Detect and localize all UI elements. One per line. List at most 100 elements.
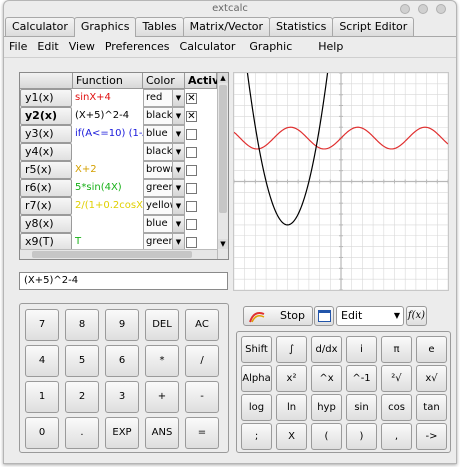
menu-view[interactable]: View: [64, 38, 100, 56]
sci-key[interactable]: (: [311, 423, 342, 450]
table-horizontal-scrollbar[interactable]: [20, 249, 217, 259]
num-key[interactable]: 7: [25, 309, 59, 341]
num-key[interactable]: 1: [25, 381, 59, 413]
chevron-down-icon[interactable]: ▼: [172, 162, 184, 178]
function-name-button[interactable]: y2(x): [20, 107, 72, 125]
sci-key[interactable]: Shift: [241, 336, 272, 363]
tab-tables[interactable]: Tables: [135, 17, 184, 36]
sci-key[interactable]: X: [276, 423, 307, 450]
maximize-button[interactable]: [418, 4, 428, 14]
chevron-down-icon[interactable]: ▼: [172, 234, 184, 250]
active-checkbox[interactable]: ✕: [186, 111, 197, 122]
active-checkbox[interactable]: [186, 219, 197, 230]
sci-key[interactable]: sin: [346, 394, 377, 421]
function-expression[interactable]: 2/(1+0.2cosX): [73, 197, 143, 215]
num-key[interactable]: 2: [65, 381, 99, 413]
menu-graphic[interactable]: Graphic: [244, 38, 297, 56]
close-button[interactable]: [436, 4, 446, 14]
sci-key[interactable]: ∫: [276, 336, 307, 363]
sci-key[interactable]: ^-1: [346, 365, 377, 392]
window-mode-button[interactable]: [314, 306, 334, 326]
table-vertical-scrollbar[interactable]: ▲ ▼: [217, 73, 228, 259]
num-key[interactable]: .: [65, 417, 99, 449]
num-key[interactable]: =: [185, 417, 219, 449]
sci-key[interactable]: tan: [416, 394, 447, 421]
scroll-down-icon[interactable]: ▼: [218, 239, 228, 249]
num-key[interactable]: /: [185, 345, 219, 377]
sci-key[interactable]: ²√: [381, 365, 412, 392]
sci-key[interactable]: i: [346, 336, 377, 363]
sci-key[interactable]: ,: [381, 423, 412, 450]
sci-key[interactable]: ): [346, 423, 377, 450]
sci-key[interactable]: d/dx: [311, 336, 342, 363]
graph-canvas[interactable]: [233, 51, 449, 291]
function-name-button[interactable]: y4(x): [20, 143, 72, 161]
num-key[interactable]: 0: [25, 417, 59, 449]
chevron-down-icon[interactable]: ▼: [172, 180, 184, 196]
sci-key[interactable]: ;: [241, 423, 272, 450]
active-checkbox[interactable]: [186, 183, 197, 194]
active-checkbox[interactable]: [186, 129, 197, 140]
num-key[interactable]: *: [145, 345, 179, 377]
num-key[interactable]: 6: [105, 345, 139, 377]
function-name-button[interactable]: y3(x): [20, 125, 72, 143]
tab-matrix-vector[interactable]: Matrix/Vector: [182, 17, 271, 36]
scroll-thumb[interactable]: [219, 85, 227, 213]
num-key[interactable]: 8: [65, 309, 99, 341]
function-expression[interactable]: (X+5)^2-4: [73, 107, 143, 125]
menu-file[interactable]: File: [4, 38, 32, 56]
sci-key[interactable]: hyp: [311, 394, 342, 421]
num-key[interactable]: AC: [185, 309, 219, 341]
sci-key[interactable]: ^x: [311, 365, 342, 392]
function-name-button[interactable]: r7(x): [20, 197, 72, 215]
function-expression[interactable]: 5*sin(4X): [73, 179, 143, 197]
function-expression[interactable]: X+2: [73, 161, 143, 179]
scroll-up-icon[interactable]: ▲: [218, 73, 228, 83]
num-key[interactable]: 9: [105, 309, 139, 341]
header-color[interactable]: Color: [143, 73, 185, 89]
minimize-button[interactable]: [400, 4, 410, 14]
num-key[interactable]: DEL: [145, 309, 179, 341]
function-name-button[interactable]: r6(x): [20, 179, 72, 197]
chevron-down-icon[interactable]: ▼: [172, 198, 184, 214]
sci-key[interactable]: ln: [276, 394, 307, 421]
function-name-button[interactable]: y8(x): [20, 215, 72, 233]
function-expression[interactable]: [73, 215, 143, 233]
menu-help[interactable]: Help: [313, 38, 348, 56]
tab-graphics[interactable]: Graphics: [73, 17, 137, 37]
active-checkbox[interactable]: [186, 201, 197, 212]
sci-key[interactable]: ->: [416, 423, 447, 450]
num-key[interactable]: 5: [65, 345, 99, 377]
header-active[interactable]: Active: [185, 73, 227, 89]
chevron-down-icon[interactable]: ▼: [172, 144, 184, 160]
num-key[interactable]: EXP: [105, 417, 139, 449]
sci-key[interactable]: cos: [381, 394, 412, 421]
function-expression[interactable]: if(A<=10) (1-A/: [73, 125, 143, 143]
tab-statistics[interactable]: Statistics: [269, 17, 334, 36]
tab-script-editor[interactable]: Script Editor: [332, 17, 415, 36]
function-expression[interactable]: sinX+4: [73, 89, 143, 107]
menu-preferences[interactable]: Preferences: [100, 38, 175, 56]
menu-calculator[interactable]: Calculator: [175, 38, 241, 56]
active-checkbox[interactable]: ✕: [186, 93, 197, 104]
chevron-down-icon[interactable]: ▼: [172, 90, 184, 106]
function-expression[interactable]: [73, 143, 143, 161]
function-name-button[interactable]: y1(x): [20, 89, 72, 107]
sci-key[interactable]: π: [381, 336, 412, 363]
active-checkbox[interactable]: [186, 237, 197, 248]
mode-select[interactable]: Edit ▼: [336, 306, 404, 326]
chevron-down-icon[interactable]: ▼: [172, 126, 184, 142]
num-key[interactable]: 3: [105, 381, 139, 413]
sci-key[interactable]: x²: [276, 365, 307, 392]
num-key[interactable]: 4: [25, 345, 59, 377]
chevron-down-icon[interactable]: ▼: [172, 216, 184, 232]
active-checkbox[interactable]: [186, 147, 197, 158]
num-key[interactable]: -: [185, 381, 219, 413]
stop-button[interactable]: Stop: [243, 306, 313, 326]
chevron-down-icon[interactable]: ▼: [172, 108, 184, 124]
num-key[interactable]: +: [145, 381, 179, 413]
active-checkbox[interactable]: [186, 165, 197, 176]
fx-button[interactable]: f(x): [406, 306, 427, 326]
num-key[interactable]: ANS: [145, 417, 179, 449]
menu-edit[interactable]: Edit: [32, 38, 63, 56]
